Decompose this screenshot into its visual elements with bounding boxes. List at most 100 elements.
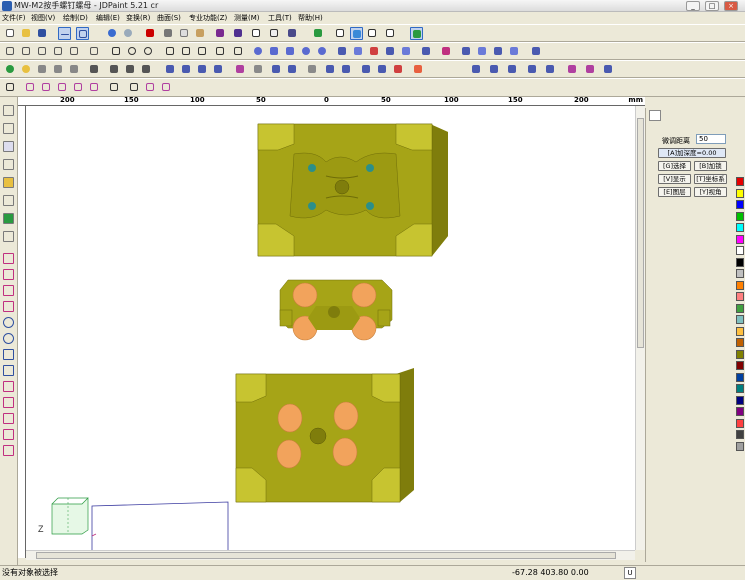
layer-lock-icon[interactable] bbox=[36, 63, 49, 76]
surf-m-icon[interactable] bbox=[470, 63, 483, 76]
surf-p-icon[interactable] bbox=[526, 63, 539, 76]
save-icon[interactable] bbox=[36, 27, 49, 40]
mirror-surface-icon[interactable] bbox=[508, 45, 521, 58]
coordinate-button[interactable]: [T]坐标系 bbox=[694, 174, 727, 184]
ellipse-icon[interactable] bbox=[3, 333, 14, 344]
surf-j-icon[interactable] bbox=[376, 63, 389, 76]
surf-i-icon[interactable] bbox=[360, 63, 373, 76]
surf-c-icon[interactable] bbox=[196, 63, 209, 76]
paint-icon[interactable] bbox=[3, 213, 14, 224]
extend-surface-icon[interactable] bbox=[476, 45, 489, 58]
color-swatch[interactable] bbox=[736, 407, 744, 416]
filter-icon[interactable] bbox=[140, 63, 153, 76]
blend-icon[interactable] bbox=[420, 45, 433, 58]
color-swatch[interactable] bbox=[736, 234, 744, 244]
layer-show-icon[interactable] bbox=[52, 63, 65, 76]
extrude-icon[interactable] bbox=[352, 45, 365, 58]
rotate-icon[interactable] bbox=[3, 195, 14, 206]
lock-button[interactable]: [B]加锁 bbox=[694, 161, 727, 171]
solid-view-icon[interactable] bbox=[214, 27, 227, 40]
break-icon[interactable] bbox=[3, 445, 14, 456]
surf-l-icon[interactable] bbox=[412, 63, 425, 76]
offset-icon[interactable] bbox=[3, 429, 14, 440]
zoom-icon[interactable] bbox=[126, 45, 139, 58]
menu-edit[interactable]: 编辑(E) bbox=[96, 12, 120, 24]
view-angle-button[interactable]: [Y]视角 bbox=[694, 187, 727, 197]
surf-r-icon[interactable] bbox=[566, 63, 579, 76]
color-swatch[interactable] bbox=[736, 303, 744, 313]
maximize-button[interactable]: □ bbox=[705, 1, 719, 11]
layer-green-icon[interactable] bbox=[312, 27, 325, 40]
color-swatch[interactable] bbox=[736, 430, 744, 439]
loft-icon[interactable] bbox=[400, 45, 413, 58]
panel-tab-icon[interactable] bbox=[649, 110, 661, 121]
curve-tool-6-icon[interactable] bbox=[88, 45, 101, 58]
edit-b-icon[interactable] bbox=[24, 81, 37, 94]
color-swatch[interactable] bbox=[736, 280, 744, 290]
revolve-icon[interactable] bbox=[368, 45, 381, 58]
drawing-canvas[interactable]: Z bbox=[26, 106, 635, 550]
view-side-icon[interactable] bbox=[384, 27, 397, 40]
surface-tool-icon[interactable] bbox=[530, 45, 543, 58]
color-swatch[interactable] bbox=[736, 200, 744, 209]
color-swatch[interactable] bbox=[736, 177, 744, 186]
vertical-scroll-thumb[interactable] bbox=[637, 118, 644, 348]
color-swatch[interactable] bbox=[736, 223, 744, 232]
text-icon[interactable] bbox=[3, 141, 14, 152]
color-swatch[interactable] bbox=[736, 188, 744, 198]
select-all-icon[interactable] bbox=[88, 63, 101, 76]
line-tool-icon[interactable] bbox=[180, 45, 193, 58]
spline-icon[interactable] bbox=[3, 301, 14, 312]
curve-tool-3-icon[interactable] bbox=[36, 45, 49, 58]
layer-hide-icon[interactable] bbox=[68, 63, 81, 76]
hatch-icon[interactable] bbox=[196, 45, 209, 58]
trim-surface-icon[interactable] bbox=[460, 45, 473, 58]
surf-t-icon[interactable] bbox=[602, 63, 615, 76]
curve-tool-2-icon[interactable] bbox=[20, 45, 33, 58]
delete-icon[interactable] bbox=[144, 27, 157, 40]
point-icon[interactable] bbox=[164, 45, 177, 58]
color-swatch[interactable] bbox=[736, 211, 744, 221]
menu-professional[interactable]: 专业功能(Z) bbox=[189, 12, 227, 24]
zoom-window-icon[interactable] bbox=[3, 123, 14, 134]
box-icon[interactable] bbox=[336, 45, 349, 58]
polygon-icon[interactable] bbox=[3, 365, 14, 376]
cut-icon[interactable] bbox=[162, 27, 175, 40]
color-swatch[interactable] bbox=[736, 269, 744, 278]
surf-s-icon[interactable] bbox=[584, 63, 597, 76]
redo-icon[interactable] bbox=[122, 27, 135, 40]
menu-view[interactable]: 视图(V) bbox=[31, 12, 55, 24]
arc-icon[interactable] bbox=[3, 285, 14, 296]
menu-surface[interactable]: 曲面(S) bbox=[157, 12, 181, 24]
color-swatch[interactable] bbox=[736, 395, 744, 405]
pan-icon[interactable] bbox=[110, 45, 123, 58]
edit-f-icon[interactable] bbox=[88, 81, 101, 94]
hidden-line-icon[interactable] bbox=[268, 27, 281, 40]
copy-icon[interactable] bbox=[178, 27, 191, 40]
dimension-icon[interactable] bbox=[214, 45, 227, 58]
iso-active-icon[interactable] bbox=[350, 27, 363, 40]
menu-tools[interactable]: 工具(T) bbox=[268, 12, 292, 24]
pick-mode-icon[interactable] bbox=[410, 27, 423, 40]
sphere-icon[interactable] bbox=[252, 45, 265, 58]
edit-i-icon[interactable] bbox=[144, 81, 157, 94]
undo-icon[interactable] bbox=[106, 27, 119, 40]
color-swatch[interactable] bbox=[736, 372, 744, 382]
select-icon[interactable] bbox=[3, 105, 14, 116]
trim-icon[interactable] bbox=[3, 397, 14, 408]
view-front-icon[interactable] bbox=[366, 27, 379, 40]
layer-button[interactable]: [E]图层 bbox=[658, 187, 691, 197]
section-icon[interactable] bbox=[232, 45, 245, 58]
shaded-view-icon[interactable] bbox=[232, 27, 245, 40]
iso-view-icon[interactable] bbox=[334, 27, 347, 40]
fillet-icon[interactable] bbox=[440, 45, 453, 58]
snap-box-icon[interactable] bbox=[76, 27, 89, 40]
ellipsoid-icon[interactable] bbox=[316, 45, 329, 58]
edit-d-icon[interactable] bbox=[56, 81, 69, 94]
rotate-view-icon[interactable] bbox=[142, 45, 155, 58]
offset-surface-icon[interactable] bbox=[492, 45, 505, 58]
edit-g-icon[interactable] bbox=[108, 81, 121, 94]
line-icon[interactable] bbox=[3, 269, 14, 280]
surf-k-icon[interactable] bbox=[392, 63, 405, 76]
surf-e-icon[interactable] bbox=[270, 63, 283, 76]
